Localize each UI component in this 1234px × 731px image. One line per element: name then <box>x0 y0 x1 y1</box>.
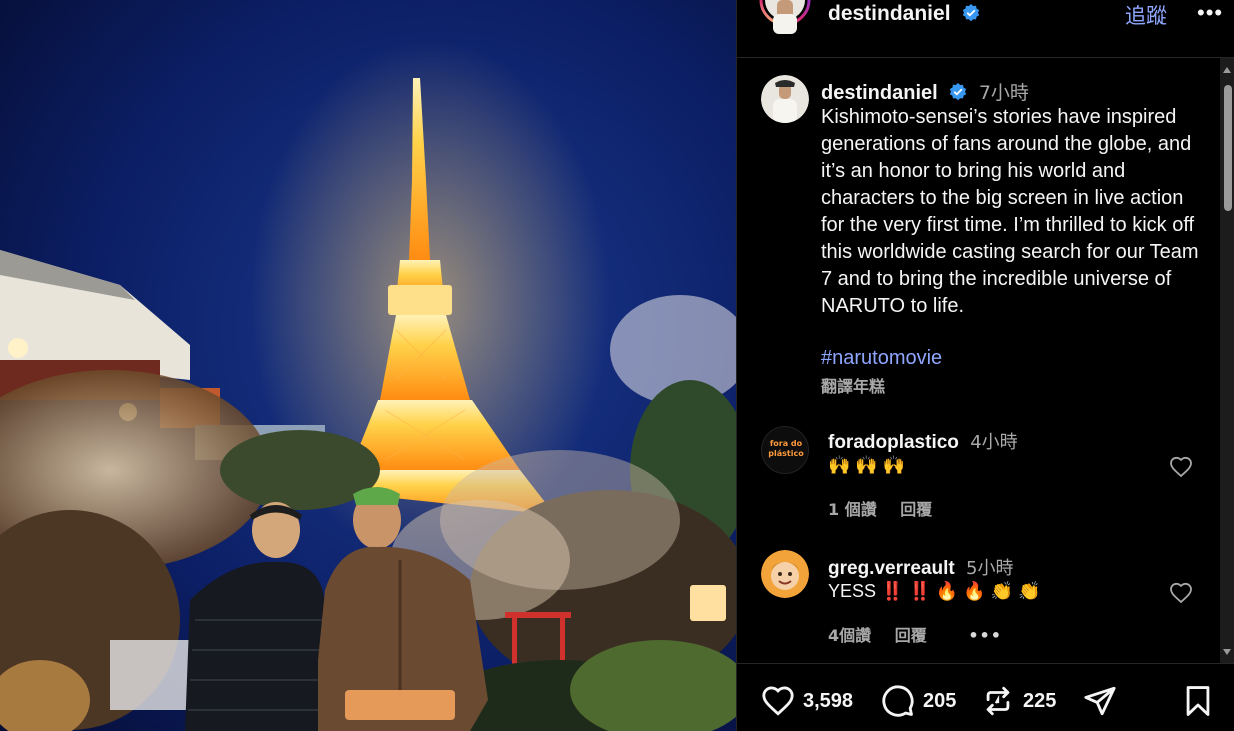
comment-time[interactable]: 5小時 <box>966 558 1013 579</box>
comment-likes[interactable]: 4個讚 <box>828 626 871 645</box>
comment-item: fora do plástico foradoplastico 4小時 🙌 🙌 … <box>737 420 1219 530</box>
commenter-avatar[interactable] <box>761 550 809 598</box>
comment-header: foradoplastico 4小時 <box>828 428 1018 454</box>
comment-meta: 1 個讚 回覆 <box>828 496 950 520</box>
save-button[interactable] <box>1181 685 1215 717</box>
header-username[interactable]: destindaniel <box>828 2 980 26</box>
repost-button[interactable]: 225 <box>981 685 1056 717</box>
comments-count[interactable]: 205 <box>923 690 956 713</box>
caption-time[interactable]: 7小時 <box>979 82 1029 104</box>
likes-count[interactable]: 3,598 <box>803 690 853 713</box>
more-options-button[interactable]: ••• <box>1197 0 1223 26</box>
tokyo-tower-photo <box>0 0 736 731</box>
like-button[interactable]: 3,598 <box>761 685 853 717</box>
share-button[interactable] <box>1083 685 1117 717</box>
scroll-up-arrow-icon[interactable] <box>1223 67 1231 73</box>
action-bar: 3,598 205 225 <box>737 663 1234 731</box>
heart-icon <box>762 686 794 716</box>
bookmark-icon <box>1186 686 1210 716</box>
hashtag-link[interactable]: #narutomovie <box>821 347 942 370</box>
scroll-down-arrow-icon[interactable] <box>1223 649 1231 655</box>
caption-username[interactable]: destindaniel <box>821 82 938 104</box>
heart-icon[interactable] <box>1169 455 1193 479</box>
comment-more-button[interactable]: ••• <box>968 626 1002 645</box>
see-translation-link[interactable]: 翻譯年糕 <box>821 373 885 397</box>
comment-header: greg.verreault 5小時 <box>828 554 1013 580</box>
comments-scroll-area[interactable]: destindaniel 7小時 Kishimoto-sensei’s stor… <box>737 58 1219 663</box>
comment-text: 🙌 🙌 🙌 <box>828 455 906 475</box>
comment-meta: 4個讚 回覆 ••• <box>828 622 1020 646</box>
commenter-avatar[interactable]: fora do plástico <box>761 426 809 474</box>
post-panel: destindaniel 追蹤 ••• destindaniel 7小時 Kis… <box>736 0 1234 731</box>
avatar-logo-text: fora do plástico <box>768 439 804 458</box>
follow-button[interactable]: 追蹤 <box>1125 0 1167 30</box>
caption-header: destindaniel 7小時 <box>821 78 1029 105</box>
send-icon <box>1084 686 1116 716</box>
caption-text: Kishimoto-sensei’s stories have inspired… <box>821 106 1199 317</box>
comment-button[interactable]: 205 <box>881 685 956 717</box>
reply-button[interactable]: 回覆 <box>900 500 932 519</box>
repost-icon <box>986 686 1010 716</box>
heart-icon[interactable] <box>1169 581 1193 605</box>
verified-badge-icon <box>950 83 967 101</box>
reposts-count[interactable]: 225 <box>1023 690 1056 713</box>
post-header: destindaniel 追蹤 ••• <box>737 0 1234 58</box>
verified-badge-icon <box>963 4 980 22</box>
scrollbar[interactable] <box>1220 58 1234 663</box>
reply-button[interactable]: 回覆 <box>895 626 927 645</box>
comment-item: greg.verreault 5小時 YESS ‼️ ‼️ 🔥 🔥 👏 👏 4個… <box>737 546 1219 656</box>
comment-likes[interactable]: 1 個讚 <box>828 500 877 519</box>
commenter-username[interactable]: foradoplastico <box>828 432 959 453</box>
post-photo[interactable] <box>0 0 736 731</box>
comment-time[interactable]: 4小時 <box>970 432 1017 453</box>
comment-bubble-icon <box>882 685 914 717</box>
scrollbar-thumb[interactable] <box>1224 85 1232 211</box>
commenter-username[interactable]: greg.verreault <box>828 558 955 579</box>
caption-avatar[interactable] <box>761 75 809 123</box>
comment-text: YESS ‼️ ‼️ 🔥 🔥 👏 👏 <box>828 581 1041 601</box>
header-avatar[interactable] <box>759 0 811 42</box>
header-username-text[interactable]: destindaniel <box>828 2 951 25</box>
